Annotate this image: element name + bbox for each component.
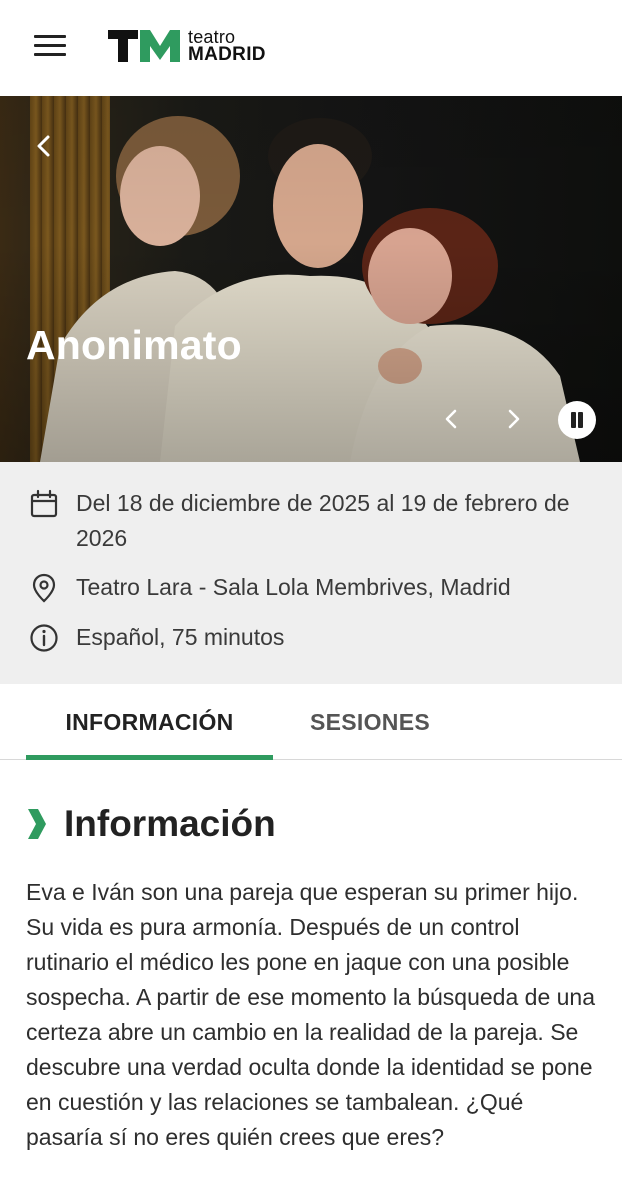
- tm-logo-mark: [108, 30, 180, 62]
- venue-row: Teatro Lara - Sala Lola Membrives, Madri…: [28, 570, 606, 605]
- hamburger-menu-icon[interactable]: [34, 33, 68, 59]
- logo-line2: MADRID: [188, 44, 266, 65]
- pause-icon[interactable]: [558, 401, 596, 439]
- tab-sesiones[interactable]: SESIONES: [273, 684, 467, 760]
- chevron-right-accent-icon: [28, 809, 46, 839]
- show-title: Anonimato: [26, 322, 242, 368]
- event-venue[interactable]: Teatro Lara - Sala Lola Membrives, Madri…: [76, 570, 606, 605]
- show-description: Eva e Iván son una pareja que esperan su…: [26, 879, 596, 1150]
- slide-prev-icon[interactable]: [438, 406, 464, 432]
- info-icon: [30, 624, 58, 652]
- tab-informacion[interactable]: INFORMACIÓN: [26, 684, 273, 760]
- date-row: Del 18 de diciembre de 2025 al 19 de feb…: [28, 486, 606, 556]
- slide-next-icon[interactable]: [501, 406, 527, 432]
- location-pin-icon: [32, 573, 56, 603]
- section-title: Información: [64, 803, 276, 844]
- calendar-icon: [30, 489, 58, 518]
- logo-text: teatro MADRID: [188, 28, 266, 64]
- event-details: Del 18 de diciembre de 2025 al 19 de feb…: [0, 462, 622, 684]
- content-tabs: INFORMACIÓN SESIONES: [0, 684, 622, 760]
- event-language-duration: Español, 75 minutos: [76, 624, 285, 650]
- language-duration-row: Español, 75 minutos: [28, 620, 606, 655]
- chevron-left-icon[interactable]: [30, 132, 58, 160]
- top-bar: teatro MADRID: [0, 0, 622, 96]
- teatro-madrid-logo[interactable]: teatro MADRID: [108, 26, 266, 66]
- hero-shade: [0, 96, 622, 462]
- hero-image: Anonimato: [0, 96, 622, 462]
- event-dates: Del 18 de diciembre de 2025 al 19 de feb…: [76, 490, 570, 551]
- section-heading: Información: [24, 800, 276, 848]
